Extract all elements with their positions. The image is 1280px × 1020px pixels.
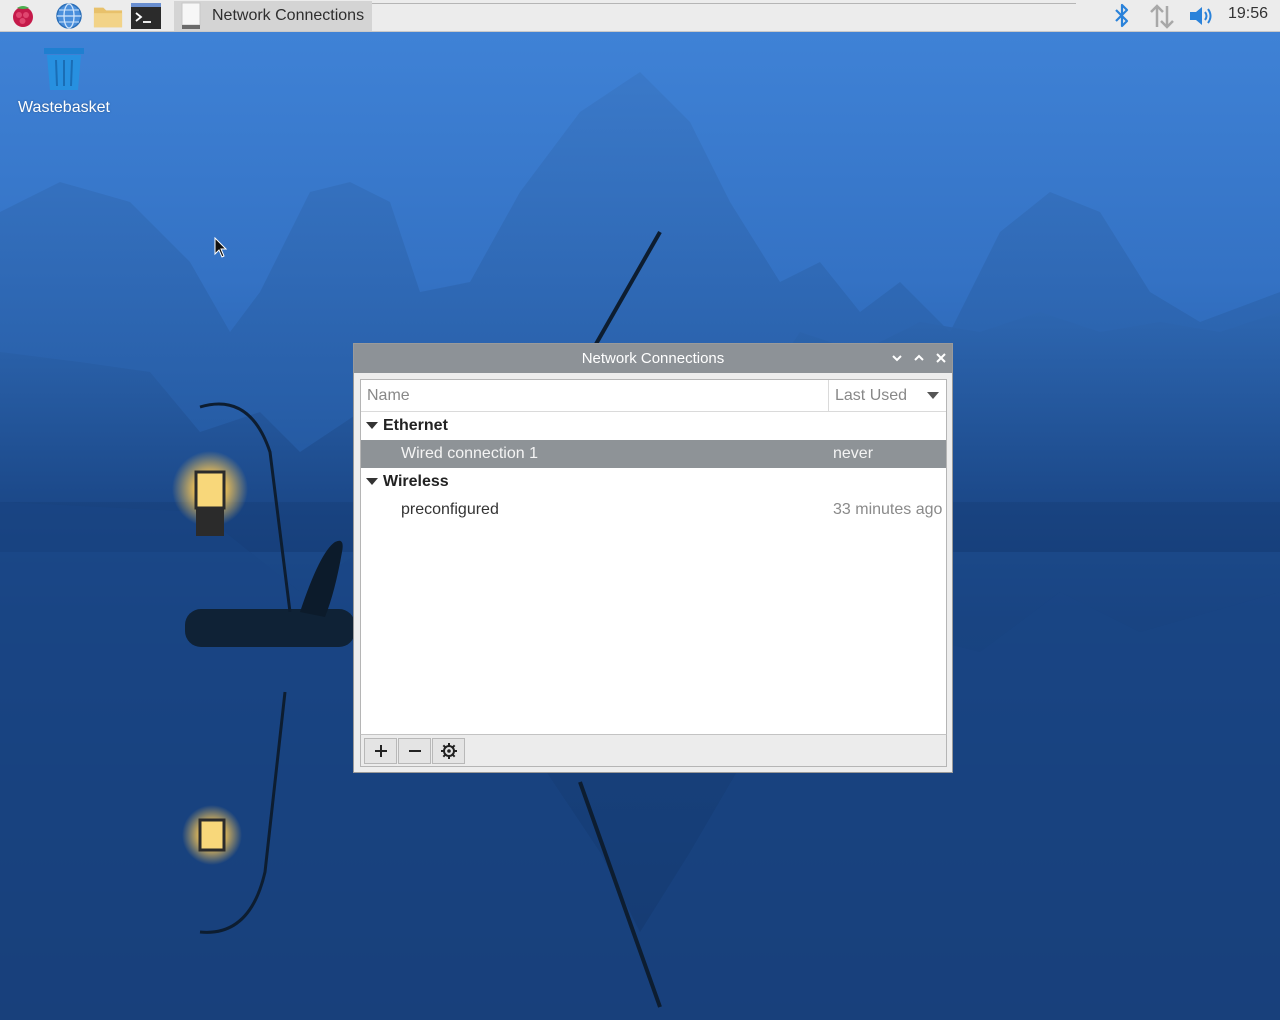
web-browser-launcher[interactable]	[54, 2, 84, 30]
web-browser-icon	[56, 3, 82, 29]
expander-icon[interactable]	[366, 478, 378, 485]
expander-icon[interactable]	[366, 422, 378, 429]
group-row-ethernet[interactable]: Ethernet	[361, 412, 946, 440]
clock[interactable]: 19:56	[1228, 5, 1268, 23]
taskbar-task-network-connections[interactable]: Network Connections	[174, 1, 372, 31]
minimize-button[interactable]	[889, 350, 905, 366]
network-connections-task-icon	[180, 2, 202, 30]
close-icon	[936, 353, 946, 363]
connection-row-wired-connection-1[interactable]: Wired connection 1 never	[361, 440, 946, 468]
group-row-wireless[interactable]: Wireless	[361, 468, 946, 496]
connection-last-used: never	[833, 445, 874, 462]
network-updown-icon	[1150, 4, 1174, 29]
network-tray-button[interactable]	[1147, 2, 1177, 30]
group-label: Wireless	[383, 473, 449, 490]
window-title: Network Connections	[581, 350, 725, 367]
chevron-down-icon	[892, 355, 902, 362]
chevron-up-icon	[914, 354, 924, 361]
connection-row-preconfigured[interactable]: preconfigured 33 minutes ago	[361, 496, 946, 524]
close-button[interactable]	[933, 350, 949, 366]
raspberry-menu-icon	[13, 6, 33, 27]
raspberry-menu-button[interactable]	[8, 2, 38, 30]
remove-connection-button[interactable]	[398, 738, 431, 764]
volume-tray-button[interactable]	[1187, 2, 1217, 30]
volume-icon	[1190, 7, 1212, 25]
mouse-cursor-icon	[214, 237, 228, 258]
connections-list: Name Last Used Ethernet Wired connection…	[360, 379, 947, 767]
settings-gear-icon	[440, 743, 457, 759]
file-manager-launcher[interactable]	[93, 2, 123, 30]
remove-icon	[408, 750, 421, 752]
edit-connection-button[interactable]	[432, 738, 465, 764]
connection-name: preconfigured	[401, 501, 499, 518]
add-connection-button[interactable]	[364, 738, 397, 764]
taskbar: Network Connections 19:56	[0, 0, 1280, 32]
terminal-icon	[131, 3, 161, 29]
maximize-button[interactable]	[911, 350, 927, 366]
bluetooth-icon	[1115, 3, 1129, 28]
column-name-header[interactable]: Name	[367, 387, 410, 405]
bluetooth-tray-button[interactable]	[1107, 2, 1137, 30]
connection-last-used: 33 minutes ago	[833, 501, 943, 518]
file-manager-icon	[93, 7, 123, 28]
connection-name: Wired connection 1	[401, 445, 538, 462]
group-label: Ethernet	[383, 417, 448, 434]
desktop-icon-wastebasket[interactable]: Wastebasket	[14, 46, 114, 117]
add-icon	[374, 745, 387, 757]
taskbar-task-label: Network Connections	[212, 7, 365, 24]
terminal-launcher[interactable]	[131, 2, 161, 30]
sort-descending-icon[interactable]	[927, 392, 939, 399]
column-last-used-header[interactable]: Last Used	[835, 387, 907, 405]
window-toolbar	[360, 734, 947, 767]
taskbar-divider	[372, 0, 1076, 4]
column-divider[interactable]	[828, 380, 829, 411]
window-titlebar[interactable]: Network Connections	[354, 344, 952, 373]
network-connections-window: Network Connections Name Last Used Ether…	[353, 343, 953, 773]
column-header: Name Last Used	[361, 380, 946, 412]
desktop-icon-label: Wastebasket	[18, 99, 110, 116]
trash-icon	[44, 48, 84, 90]
